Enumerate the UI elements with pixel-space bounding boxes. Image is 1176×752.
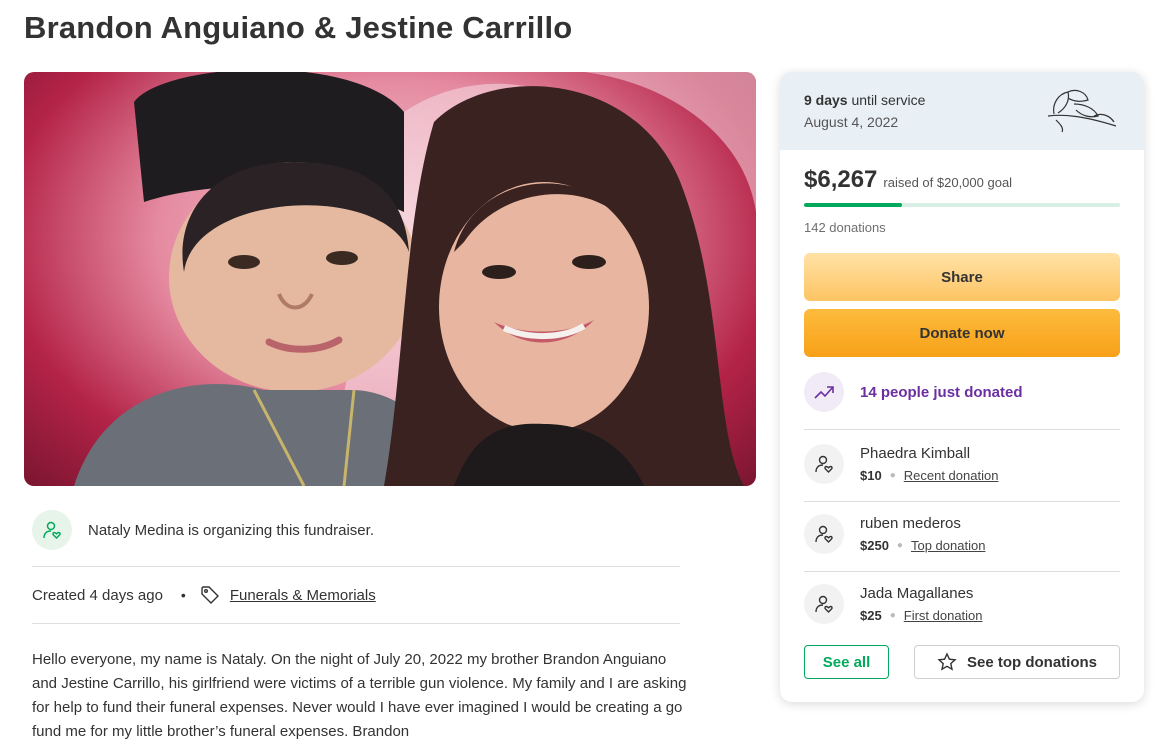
donations-count: 142 donations <box>804 220 886 235</box>
organizer-row: Nataly Medina is organizing this fundrai… <box>32 508 680 552</box>
donation-item: Phaedra Kimball $10 ● Recent donation <box>804 442 1120 486</box>
page-title: Brandon Anguiano & Jestine Carrillo <box>24 10 573 45</box>
see-top-donations-label: See top donations <box>966 653 1097 671</box>
donation-amount: $25 <box>860 608 882 623</box>
raised-summary: $6,267 raised of $20,000 goal <box>804 166 1012 194</box>
bullet: ● <box>889 610 896 621</box>
donation-item: Jada Magallanes $25 ● First donation <box>804 582 1120 626</box>
fundraiser-photo[interactable] <box>24 72 756 486</box>
donation-type-link[interactable]: Top donation <box>911 538 985 553</box>
divider <box>804 429 1120 430</box>
person-heart-icon <box>804 584 844 624</box>
days-count: 9 days <box>804 92 848 108</box>
organizer-text: Nataly Medina is organizing this fundrai… <box>88 521 374 539</box>
donate-now-button[interactable]: Donate now <box>804 309 1120 357</box>
donor-name: ruben mederos <box>860 515 961 532</box>
divider <box>32 623 680 624</box>
see-top-donations-button[interactable]: See top donations <box>914 645 1120 679</box>
progress-bar <box>804 203 1120 207</box>
fundraiser-meta: Created 4 days ago • Funerals & Memorial… <box>32 580 376 610</box>
person-heart-icon <box>804 444 844 484</box>
service-banner: 9 days until service August 4, 2022 <box>780 72 1144 150</box>
raised-amount: $6,267 <box>804 166 878 193</box>
star-icon <box>937 652 957 672</box>
donation-amount: $10 <box>860 468 882 483</box>
days-suffix: until service <box>847 92 926 108</box>
bullet: ● <box>896 540 903 551</box>
goal-text: raised of $20,000 goal <box>883 175 1013 190</box>
donation-type-link[interactable]: Recent donation <box>904 468 999 483</box>
photo-illustration <box>74 72 756 486</box>
just-donated-text: 14 people just donated <box>860 383 1023 401</box>
donor-name: Jada Magallanes <box>860 585 974 602</box>
person-heart-icon <box>804 514 844 554</box>
trending-up-icon <box>804 372 844 412</box>
recent-activity: 14 people just donated <box>804 372 1023 412</box>
share-button[interactable]: Share <box>804 253 1120 301</box>
donation-item: ruben mederos $250 ● Top donation <box>804 512 1120 556</box>
created-text: Created 4 days ago <box>32 586 163 604</box>
bullet: ● <box>889 470 896 481</box>
donor-name: Phaedra Kimball <box>860 445 971 462</box>
donation-type-link[interactable]: First donation <box>904 608 983 623</box>
tag-icon <box>200 585 220 605</box>
donation-amount: $250 <box>860 538 889 553</box>
story-text: Hello everyone, my name is Nataly. On th… <box>32 651 687 740</box>
separator: • <box>180 587 186 603</box>
see-all-button[interactable]: See all <box>804 645 889 679</box>
category-link[interactable]: Funerals & Memorials <box>230 587 376 604</box>
donation-sidebar: 9 days until service August 4, 2022 $6,2… <box>780 72 1144 702</box>
person-heart-icon <box>32 510 72 550</box>
divider <box>804 571 1120 572</box>
flower-icon <box>1044 86 1120 139</box>
divider <box>32 566 680 567</box>
progress-fill <box>804 203 902 207</box>
divider <box>804 501 1120 502</box>
